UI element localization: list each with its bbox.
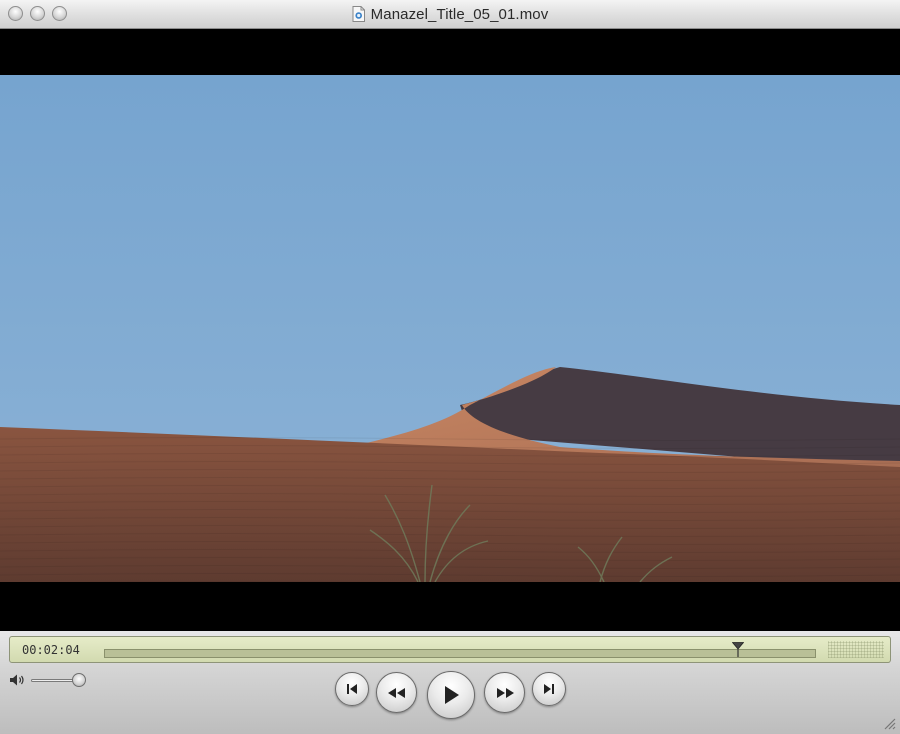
title-bar[interactable]: Manazel_Title_05_01.mov [0,0,900,29]
playback-controller: 00:02:04 [0,631,900,734]
fast-forward-button[interactable] [484,672,525,713]
rewind-icon [387,687,405,698]
play-icon [445,686,459,704]
scrub-bar[interactable] [104,649,816,658]
go-to-end-button[interactable] [532,672,566,706]
time-display-panel: 00:02:04 [9,636,891,663]
resize-grip-icon[interactable] [882,716,896,730]
volume-slider-knob[interactable] [72,673,86,687]
window-title-group: Manazel_Title_05_01.mov [0,0,900,28]
video-frame[interactable] [0,75,900,582]
play-button[interactable] [427,671,475,719]
video-area[interactable] [0,29,900,631]
lcd-grille [828,641,884,658]
skip-to-start-icon [347,684,357,694]
skip-to-end-icon [544,684,554,694]
playhead-marker[interactable] [731,642,744,657]
rewind-button[interactable] [376,672,417,713]
quicktime-doc-icon [352,6,365,22]
desert-dune-scene [0,75,900,582]
window-title: Manazel_Title_05_01.mov [370,5,549,23]
quicktime-player-window: Manazel_Title_05_01.mov 00:02:04 [0,0,900,734]
speaker-icon[interactable] [9,673,25,687]
current-timecode: 00:02:04 [22,643,80,657]
go-to-start-button[interactable] [335,672,369,706]
fast-forward-icon [496,687,514,698]
